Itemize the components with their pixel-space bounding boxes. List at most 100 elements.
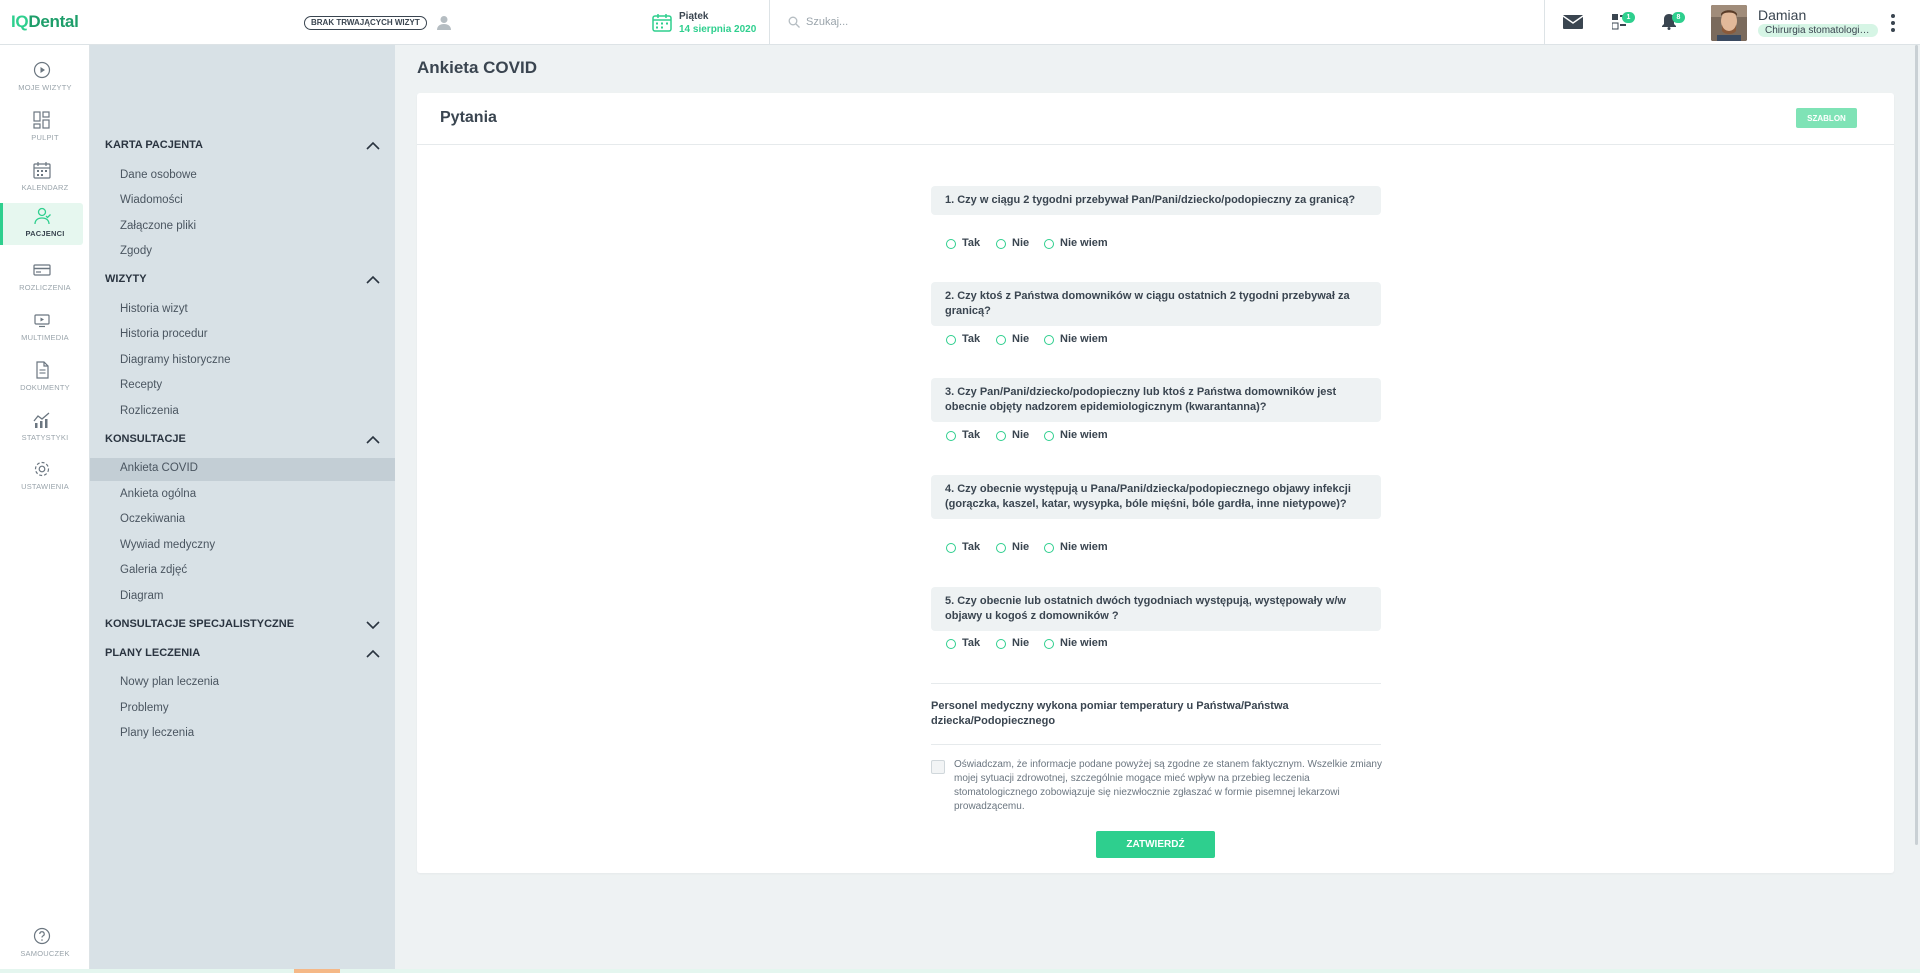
chevron-up-icon[interactable] xyxy=(366,141,380,151)
section-karta-pacjenta[interactable]: KARTA PACJENTA xyxy=(105,139,203,151)
radio-button[interactable] xyxy=(946,639,956,649)
nav-label: SAMOUCZEK xyxy=(20,949,70,958)
gear-icon xyxy=(34,461,50,477)
search-icon xyxy=(788,16,800,28)
page-scrollbar[interactable] xyxy=(1915,45,1918,845)
radio-button[interactable] xyxy=(996,335,1006,345)
radio-button[interactable] xyxy=(946,239,956,249)
radio-button[interactable] xyxy=(996,639,1006,649)
sidebar-item-nowy-plan-leczenia[interactable]: Nowy plan leczenia xyxy=(120,676,219,688)
avatar[interactable] xyxy=(1711,5,1747,41)
nav-multimedia[interactable]: MULTIMEDIA xyxy=(0,307,83,349)
nav-rozliczenia[interactable]: ROZLICZENIA xyxy=(0,257,83,299)
nav-label: PULPIT xyxy=(31,133,59,142)
radio-button[interactable] xyxy=(996,239,1006,249)
nav-moje-wizyty[interactable]: MOJE WIZYTY xyxy=(0,57,83,99)
more-menu-icon[interactable] xyxy=(1890,14,1896,32)
calendar-icon xyxy=(33,162,51,179)
option-label: Nie wiem xyxy=(1060,333,1108,345)
sidebar-item-wiadomosci[interactable]: Wiadomości xyxy=(120,194,183,206)
section-plany-leczenia[interactable]: PLANY LECZENIA xyxy=(105,647,200,659)
sidebar-item-historia-wizyt[interactable]: Historia wizyt xyxy=(120,303,188,315)
help-icon xyxy=(33,927,51,945)
divider xyxy=(931,683,1381,684)
search-input[interactable] xyxy=(806,12,1506,32)
section-wizyty[interactable]: WIZYTY xyxy=(105,273,147,285)
nav-label: USTAWIENIA xyxy=(21,482,69,491)
divider xyxy=(1544,0,1545,44)
chevron-up-icon[interactable] xyxy=(366,275,380,285)
radio-button[interactable] xyxy=(996,543,1006,553)
sidebar-item-recepty[interactable]: Recepty xyxy=(120,379,162,391)
sidebar-item-wywiad-medyczny[interactable]: Wywiad medyczny xyxy=(120,539,215,551)
radio-button[interactable] xyxy=(1044,431,1054,441)
sidebar-item-problemy[interactable]: Problemy xyxy=(120,702,169,714)
option-label: Tak xyxy=(962,637,981,649)
radio-button[interactable] xyxy=(1044,639,1054,649)
chevron-down-icon[interactable] xyxy=(366,620,380,630)
app-logo[interactable]: IQDental xyxy=(11,12,79,32)
mail-icon[interactable] xyxy=(1563,15,1583,29)
nav-statystyki[interactable]: STATYSTYKI xyxy=(0,407,83,449)
survey-card: Pytania SZABLON 1. Czy w ciągu 2 tygodni… xyxy=(417,93,1894,873)
avatar-image xyxy=(1711,5,1747,41)
sidebar-item-rozliczenia[interactable]: Rozliczenia xyxy=(120,405,179,417)
no-visits-badge[interactable]: BRAK TRWAJĄCYCH WIZYT xyxy=(304,16,427,30)
notifications-button[interactable]: 8 xyxy=(1662,10,1688,34)
radio-button[interactable] xyxy=(1044,543,1054,553)
dashboard-icon xyxy=(33,111,50,129)
chevron-up-icon[interactable] xyxy=(366,649,380,659)
sidebar-item-zgody[interactable]: Zgody xyxy=(120,245,152,257)
user-role-badge: Chirurgia stomatologiczna xyxy=(1758,24,1878,37)
option-label: Nie wiem xyxy=(1060,237,1108,249)
card-header: Pytania SZABLON xyxy=(417,93,1894,145)
bottom-strip xyxy=(0,969,1920,973)
sidebar-item-historia-procedur[interactable]: Historia procedur xyxy=(120,328,208,340)
radio-button[interactable] xyxy=(1044,335,1054,345)
user-name: Damian xyxy=(1758,7,1807,23)
declaration-checkbox[interactable] xyxy=(931,760,945,774)
tasks-count-badge: 1 xyxy=(1622,12,1635,23)
option-label: Nie xyxy=(1012,333,1030,345)
sidebar-item-ankieta-covid[interactable]: Ankieta COVID xyxy=(120,462,198,474)
nav-ustawienia[interactable]: USTAWIENIA xyxy=(0,456,83,498)
sidebar-item-dane-osobowe[interactable]: Dane osobowe xyxy=(120,169,197,181)
radio-button[interactable] xyxy=(1044,239,1054,249)
sidebar-item-diagram[interactable]: Diagram xyxy=(120,590,163,602)
radio-button[interactable] xyxy=(946,335,956,345)
submit-button[interactable]: ZATWIERDŹ xyxy=(1096,831,1215,858)
nav-kalendarz[interactable]: KALENDARZ xyxy=(0,157,83,199)
question-3: 3. Czy Pan/Pani/dziecko/podopieczny lub … xyxy=(931,378,1381,422)
card-title: Pytania xyxy=(440,109,497,126)
radio-button[interactable] xyxy=(946,431,956,441)
bottom-strip-marker xyxy=(294,969,340,973)
question-5: 5. Czy obecnie lub ostatnich dwóch tygod… xyxy=(931,587,1381,631)
nav-pacjenci[interactable]: PACJENCI xyxy=(0,203,83,245)
nav-samouczek[interactable]: SAMOUCZEK xyxy=(0,923,83,965)
radio-button[interactable] xyxy=(946,543,956,553)
user-icon[interactable] xyxy=(437,15,451,30)
option-label: Tak xyxy=(962,541,981,553)
card-icon xyxy=(33,264,51,276)
template-button[interactable]: SZABLON xyxy=(1796,108,1857,128)
nav-label: STATYSTYKI xyxy=(21,433,69,442)
sidebar-item-zalaczone-pliki[interactable]: Załączone pliki xyxy=(120,220,196,232)
nav-dokumenty[interactable]: DOKUMENTY xyxy=(0,357,83,399)
sidebar-item-diagramy-historyczne[interactable]: Diagramy historyczne xyxy=(120,354,231,366)
nav-pulpit[interactable]: PULPIT xyxy=(0,107,83,149)
nav-label: PACJENCI xyxy=(25,229,65,238)
calendar-icon xyxy=(652,14,672,32)
tasks-button[interactable]: 1 xyxy=(1612,10,1638,34)
sidebar-item-oczekiwania[interactable]: Oczekiwania xyxy=(120,513,185,525)
radio-button[interactable] xyxy=(996,431,1006,441)
divider xyxy=(931,744,1381,745)
section-konsultacje-specjalistyczne[interactable]: KONSULTACJE SPECJALISTYCZNE xyxy=(105,618,294,630)
sidebar-item-galeria-zdjec[interactable]: Galeria zdjęć xyxy=(120,564,187,576)
sidebar-item-plany-leczenia[interactable]: Plany leczenia xyxy=(120,727,194,739)
question-2: 2. Czy ktoś z Państwa domowników w ciągu… xyxy=(931,282,1381,326)
section-konsultacje[interactable]: KONSULTACJE xyxy=(105,433,186,445)
option-label: Tak xyxy=(962,237,981,249)
option-label: Tak xyxy=(962,333,981,345)
sidebar-item-ankieta-ogolna[interactable]: Ankieta ogólna xyxy=(120,488,196,500)
chevron-up-icon[interactable] xyxy=(366,435,380,445)
